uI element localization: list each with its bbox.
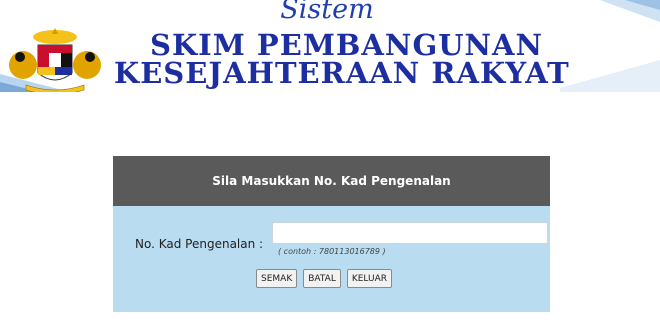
check-button[interactable]: SEMAK: [256, 269, 298, 288]
ic-number-input[interactable]: [272, 222, 548, 244]
app-title-line-2: KESEJAHTERAAN RAKYAT: [114, 56, 570, 90]
header-banner: Sistem SKIM PEMBANGUNAN KESEJAHTERAAN RA…: [0, 0, 660, 92]
login-form-panel: Sila Masukkan No. Kad Pengenalan No. Kad…: [113, 156, 550, 312]
coat-of-arms-logo: [9, 28, 101, 92]
system-label: Sistem: [280, 0, 374, 25]
cancel-button[interactable]: BATAL: [303, 269, 341, 288]
ic-number-label: No. Kad Pengenalan :: [135, 237, 264, 251]
form-header: Sila Masukkan No. Kad Pengenalan: [113, 156, 550, 206]
form-buttons: SEMAK BATAL KELUAR: [256, 269, 392, 288]
form-body: No. Kad Pengenalan : ( contoh : 78011301…: [113, 206, 550, 312]
form-heading: Sila Masukkan No. Kad Pengenalan: [212, 174, 451, 188]
exit-button[interactable]: KELUAR: [346, 269, 392, 288]
ic-number-hint: ( contoh : 780113016789 ): [278, 247, 386, 256]
